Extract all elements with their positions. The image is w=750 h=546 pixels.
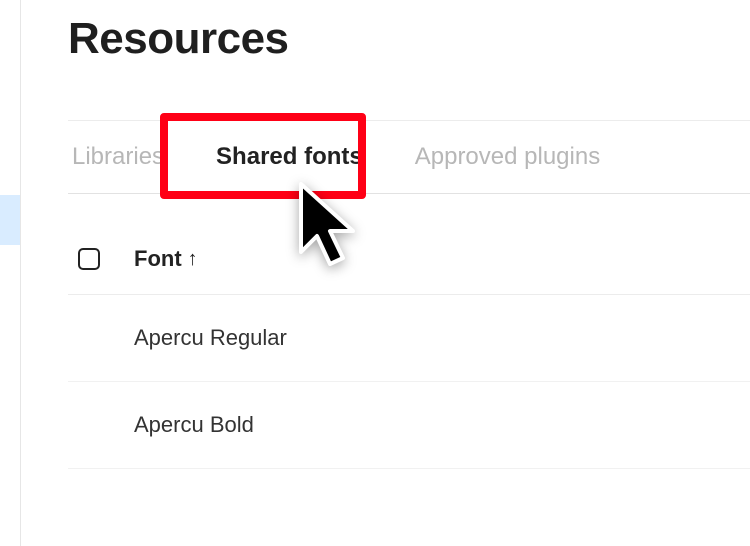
sidebar-divider [20, 0, 21, 546]
table-row[interactable]: Apercu Regular [68, 295, 750, 382]
tab-shared-fonts[interactable]: Shared fonts [212, 143, 367, 171]
column-header-font[interactable]: Font ↑ [134, 246, 198, 272]
select-all-checkbox[interactable] [78, 248, 100, 270]
sort-ascending-icon: ↑ [188, 249, 198, 269]
tabs: Libraries Shared fonts Approved plugins [68, 120, 750, 194]
tab-approved-plugins[interactable]: Approved plugins [411, 143, 604, 171]
table-row[interactable]: Apercu Bold [68, 382, 750, 469]
sidebar-active-highlight [0, 195, 20, 245]
fonts-table: Font ↑ Apercu Regular Apercu Bold [68, 232, 750, 469]
column-header-font-label: Font [134, 246, 182, 272]
table-header-row: Font ↑ [68, 232, 750, 295]
page-title: Resources [68, 14, 750, 64]
tab-libraries[interactable]: Libraries [68, 143, 168, 171]
